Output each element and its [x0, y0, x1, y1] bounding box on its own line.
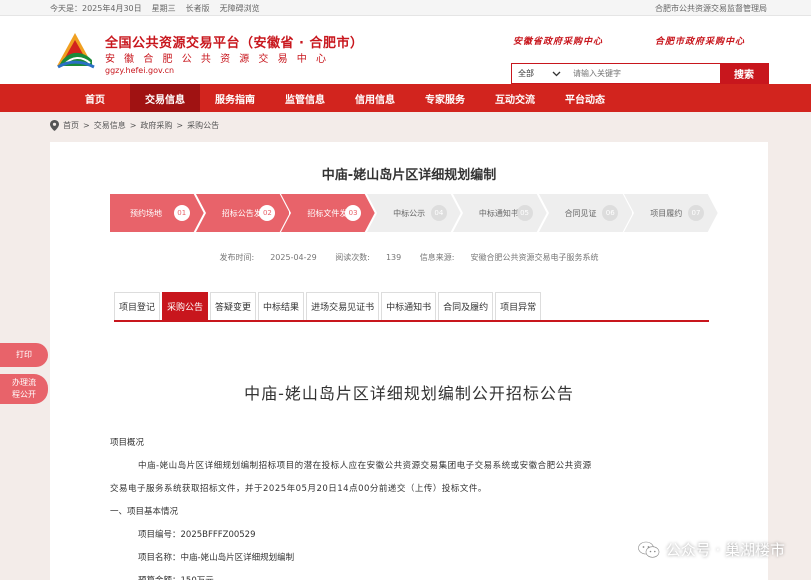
process-public-line1: 办理流 — [12, 378, 36, 387]
watermark-text: 公众号 · 巢湖楼市 — [665, 541, 785, 559]
tab-contract-performance[interactable]: 合同及履约 — [438, 292, 494, 320]
nav-service-guide[interactable]: 服务指南 — [200, 84, 270, 112]
step-label: 项目履约 — [650, 209, 683, 218]
step-label: 中标公示 — [393, 209, 426, 218]
tab-procurement-notice[interactable]: 采购公告 — [162, 292, 209, 320]
search-bar: 全部 搜索 — [511, 63, 769, 84]
section-heading-basic-info: 一、项目基本情况 — [110, 507, 179, 517]
site-title: 全国公共资源交易平台（安徽省 · 合肥市） — [105, 36, 364, 51]
article-tabs: 项目登记 采购公告 答疑变更 中标结果 进场交易见证书 中标通知书 合同及履约 … — [114, 292, 709, 322]
overview-line-2: 交易电子服务系统获取招标文件，并于2025年05月20日14点00分前递交（上传… — [110, 484, 487, 494]
accessible-browse-link[interactable]: 无障碍浏览 — [220, 3, 260, 14]
breadcrumb-home[interactable]: 首页 — [63, 120, 79, 131]
site-logo-icon — [57, 33, 95, 69]
site-header: 全国公共资源交易平台（安徽省 · 合肥市） 安 徽 合 肥 公 共 资 源 交 … — [0, 16, 811, 84]
anhui-procurement-link[interactable]: 安徽省政府采购中心 — [513, 34, 603, 47]
location-pin-icon — [50, 119, 59, 131]
search-scope-select[interactable]: 全部 — [512, 64, 567, 83]
tab-award-notice[interactable]: 中标通知书 — [381, 292, 437, 320]
site-url: ggzy.hefei.gov.cn — [105, 66, 175, 75]
article-title: 中庙-姥山岛片区详细规划编制 — [321, 168, 497, 183]
step-number: 04 — [430, 205, 447, 221]
progress-step: 中标通知书 05 — [452, 194, 547, 232]
publish-time-value: 2025-04-29 — [270, 253, 317, 262]
search-input[interactable] — [567, 64, 720, 83]
step-number: 03 — [345, 205, 362, 221]
tab-trade-certificate[interactable]: 进场交易见证书 — [306, 292, 380, 320]
step-label: 中标通知书 — [478, 209, 519, 218]
site-subtitle: 安 徽 合 肥 公 共 资 源 交 易 中 心 — [105, 54, 329, 65]
project-code: 项目编号：2025BFFFZ00529 — [138, 530, 256, 540]
top-bar: 今天是：2025年4月30日 星期三 长者版 无障碍浏览 合肥市公共资源交易监督… — [0, 0, 811, 16]
progress-steps: 预约场地 01 招标公告发布 02 招标文件发布 03 中标公示 04 中标通知书 05 合同见证 0… — [110, 194, 718, 232]
process-public-button[interactable]: 办理流 程公开 — [0, 374, 48, 404]
article-meta: 发布时间: 2025-04-29 阅读次数: 139 信息来源: 安徽合肥公共资源交易… — [50, 252, 768, 263]
article-card: 中庙-姥山岛片区详细规划编制 预约场地 01 招标公告发布 02 招标文件发布 03 中标公… — [50, 142, 768, 580]
step-number: 05 — [516, 205, 533, 221]
current-date: 今天是：2025年4月30日 — [50, 4, 142, 13]
progress-step: 合同见证 06 — [538, 194, 633, 232]
tab-project-exception[interactable]: 项目异常 — [495, 292, 542, 320]
nav-trade-info[interactable]: 交易信息 — [130, 84, 200, 112]
views-value: 139 — [385, 253, 402, 262]
process-public-line2: 程公开 — [12, 390, 36, 399]
tab-bid-result[interactable]: 中标结果 — [258, 292, 305, 320]
supervision-bureau-link[interactable]: 合肥市公共资源交易监督管理局 — [655, 3, 767, 14]
publish-time-label: 发布时间: — [219, 253, 255, 262]
nav-interaction[interactable]: 互动交流 — [480, 84, 550, 112]
nav-credit[interactable]: 信用信息 — [340, 84, 410, 112]
elder-version-link[interactable]: 长者版 — [186, 3, 210, 14]
views-label: 阅读次数: — [335, 253, 370, 262]
progress-step: 项目履约 07 — [624, 194, 718, 232]
step-number: 01 — [173, 205, 190, 221]
progress-step: 预约场地 01 — [110, 194, 204, 232]
source-value: 安徽合肥公共资源交易电子服务系统 — [470, 253, 599, 262]
project-budget: 预算金额：150万元 — [110, 570, 710, 580]
breadcrumb-procurement-notice[interactable]: 采购公告 — [187, 120, 219, 131]
overview-line-1: 中庙-姥山岛片区详细规划编制招标项目的潜在投标人应在安徽公共资源交易集团电子交易… — [138, 461, 592, 471]
notice-title: 中庙-姥山岛片区详细规划编制公开招标公告 — [244, 384, 574, 403]
search-scope-value: 全部 — [518, 69, 534, 78]
nav-home[interactable]: 首页 — [60, 84, 130, 112]
print-button[interactable]: 打印 — [0, 343, 48, 367]
overview-heading: 项目概况 — [110, 438, 145, 448]
wechat-icon — [637, 541, 659, 558]
nav-platform-news[interactable]: 平台动态 — [550, 84, 620, 112]
wechat-watermark: 公众号 · 巢湖楼市 — [637, 539, 785, 560]
breadcrumb-separator: > — [129, 120, 137, 130]
progress-step: 中标公示 04 — [367, 194, 461, 232]
step-label: 预约场地 — [130, 209, 162, 218]
nav-supervision[interactable]: 监管信息 — [270, 84, 340, 112]
hefei-procurement-link[interactable]: 合肥市政府采购中心 — [655, 34, 745, 47]
main-nav: 首页 交易信息 服务指南 监管信息 信用信息 专家服务 互动交流 平台动态 — [0, 84, 811, 112]
nav-expert[interactable]: 专家服务 — [410, 84, 480, 112]
breadcrumb: 首页 > 交易信息 > 政府采购 > 采购公告 — [0, 112, 811, 138]
search-button[interactable]: 搜索 — [720, 64, 768, 83]
step-label: 合同见证 — [564, 209, 597, 218]
weekday: 星期三 — [151, 4, 176, 13]
source-label: 信息来源: — [419, 253, 455, 262]
progress-step: 招标文件发布 03 — [281, 194, 376, 232]
tab-project-registration[interactable]: 项目登记 — [114, 292, 161, 320]
breadcrumb-trade-info[interactable]: 交易信息 — [94, 120, 126, 131]
breadcrumb-separator: > — [83, 120, 90, 130]
project-name: 项目名称：中庙-姥山岛片区详细规划编制 — [138, 553, 295, 563]
chevron-down-icon — [552, 71, 561, 76]
step-number: 07 — [687, 205, 704, 221]
breadcrumb-gov-procurement[interactable]: 政府采购 — [140, 120, 172, 131]
progress-step: 招标公告发布 02 — [195, 194, 290, 232]
notice-body: 项目概况 中庙-姥山岛片区详细规划编制招标项目的潜在投标人应在安徽公共资源交易集… — [110, 432, 710, 580]
tab-qa-changes[interactable]: 答疑变更 — [210, 292, 257, 320]
breadcrumb-separator: > — [176, 120, 184, 130]
